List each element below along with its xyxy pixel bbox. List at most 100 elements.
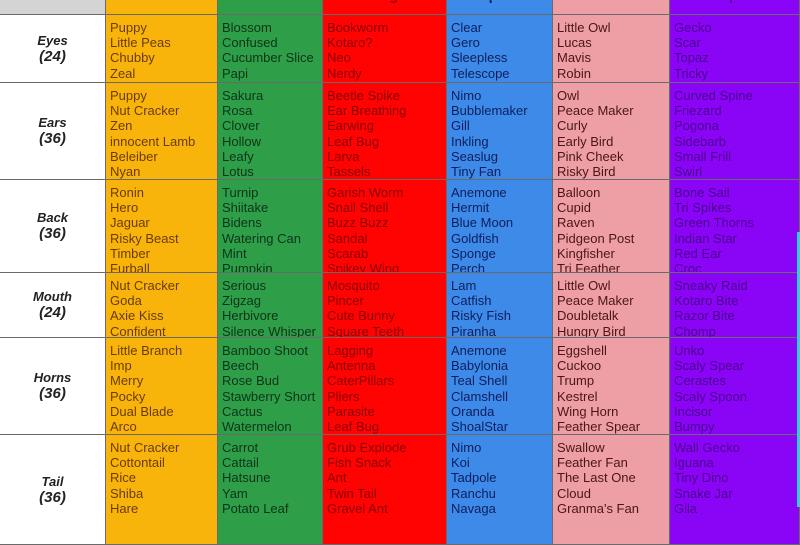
part-count: (36) <box>39 488 66 506</box>
parts-cell-beast: Puppy Nut Cracker Zen innocent Lamb Beleiber… <box>106 83 218 180</box>
part-item: Scar <box>674 35 701 51</box>
part-item: Balloon <box>557 185 601 200</box>
part-item: Feather Fan <box>557 455 628 471</box>
part-item: Indian Star <box>674 230 737 246</box>
part-item: Tiny Dino <box>674 470 729 486</box>
part-item: Sandal <box>327 230 368 246</box>
part-item: Papi <box>222 65 249 81</box>
part-item: Cuckoo <box>557 358 602 374</box>
part-item: Bumpy <box>674 419 715 435</box>
parts-cell-reptile: Unko Scaly Spear Cerastes Scaly Spoon Inciso… <box>670 338 800 435</box>
part-item: Cucumber Slice <box>222 50 314 66</box>
part-item: Hungry Bird <box>557 323 626 338</box>
part-item: Bamboo Shoot <box>222 343 309 358</box>
parts-cell-plant: Sakura Rosa Clover Hollow Leafy Lotus <box>218 83 323 180</box>
part-item: Larva <box>327 148 360 164</box>
part-item: Cerastes <box>674 373 727 389</box>
part-item: Silence Whisper <box>222 323 316 338</box>
part-item: Ant <box>327 470 347 486</box>
part-item: Square Teeth <box>327 323 405 338</box>
part-item: Wing Horn <box>557 403 619 419</box>
part-item: Pink Cheek <box>557 148 624 164</box>
part-item: Scaly Spoon <box>674 388 747 404</box>
part-item: Timber <box>110 245 150 261</box>
column-header-reptile: Reptile <box>670 0 800 15</box>
part-item: Croc <box>674 261 702 273</box>
part-item: Puppy <box>110 88 147 103</box>
part-item: Kotaro? <box>327 35 373 51</box>
part-item: Babylonia <box>451 358 509 374</box>
part-item: Lucas <box>557 35 592 51</box>
part-item: Twin Tail <box>327 485 377 501</box>
part-item: Sakura <box>222 88 264 103</box>
part-item: Merry <box>110 373 144 389</box>
part-item: Sneaky Raid <box>674 278 748 293</box>
part-item: Tadpole <box>451 470 497 486</box>
part-item: Iguana <box>674 455 714 471</box>
part-item: Fish Snack <box>327 455 392 471</box>
part-item: Herbivore <box>222 308 279 324</box>
parts-cell-plant: Serious Zigzag Herbivore Silence Whisper <box>218 273 323 338</box>
parts-cell-plant: Bamboo Shoot Beech Rose Bud Stawberry Short… <box>218 338 323 435</box>
part-item: Snail Shell <box>327 200 389 216</box>
part-item: Pumpkin <box>222 261 273 273</box>
part-item: The Last One <box>557 470 636 486</box>
part-name: Tail <box>41 473 64 489</box>
part-item: Incisor <box>674 403 713 419</box>
row-label-eyes: Eyes (24) <box>0 15 106 83</box>
parts-cell-reptile: Gecko Scar Topaz Tricky <box>670 15 800 83</box>
part-item: Granma's Fan <box>557 500 639 516</box>
part-item: Sponge <box>451 245 496 261</box>
part-name: Horns <box>33 370 72 385</box>
part-item: Teal Shell <box>451 373 508 389</box>
part-item: Nerdy <box>327 65 362 81</box>
part-item: Hatsune <box>222 470 271 486</box>
part-item: Peace Maker <box>557 103 634 119</box>
row-label-mouth: Mouth (24) <box>0 273 106 338</box>
parts-cell-plant: Carrot Cattail Hatsune Yam Potato Leaf <box>218 435 323 545</box>
part-item: Mavis <box>557 50 591 66</box>
column-header-plant: Plant <box>218 0 323 15</box>
part-item: Antenna <box>327 358 376 374</box>
part-item: Nimo <box>451 88 482 103</box>
parts-cell-aquatic: Nimo Koi Tadpole Ranchu Navaga <box>447 435 553 545</box>
part-item: Mosquito <box>327 278 380 293</box>
part-item: innocent Lamb <box>110 133 196 149</box>
part-item: Lotus <box>222 164 254 180</box>
part-item: Feather Spear <box>557 419 641 435</box>
part-item: Potato Leaf <box>222 500 289 516</box>
column-header-aquatic: Aquatic <box>447 0 553 15</box>
part-item: Piranha <box>451 323 496 338</box>
column-header-beast: Beast <box>106 0 218 15</box>
part-item: Zigzag <box>222 293 262 309</box>
part-item: Razor Bite <box>674 308 735 324</box>
part-item: Kestrel <box>557 388 598 404</box>
parts-cell-beast: Ronin Hero Jaguar Risky Beast Timber Furball <box>106 180 218 273</box>
part-item: Zeal <box>110 65 136 81</box>
part-item: Stawberry Short <box>222 388 316 404</box>
part-item: Clamshell <box>451 388 509 404</box>
part-item: Wall Gecko <box>674 440 740 455</box>
part-item: Chubby <box>110 50 155 66</box>
row-label-ears: Ears (36) <box>0 83 106 180</box>
parts-cell-bird: Little Owl Peace Maker Doubletalk Hungry Bi… <box>553 273 670 338</box>
part-item: CaterPillars <box>327 373 395 389</box>
part-item: ShoalStar <box>451 419 509 435</box>
part-item: Little Owl <box>557 20 611 35</box>
axie-parts-table: BeastPlantBugAquaticBirdReptileEyes(24)P… <box>0 0 800 545</box>
part-name: Mouth <box>33 289 72 304</box>
header-corner <box>0 0 106 15</box>
part-item: Risky Fish <box>451 308 511 324</box>
part-item: Robin <box>557 65 591 81</box>
part-item: Eggshell <box>557 343 607 358</box>
parts-cell-bug: Lagging Antenna CaterPillars Pliers Parasite… <box>323 338 447 435</box>
part-item: Sidebarb <box>674 133 727 149</box>
part-item: Tiny Fan <box>451 164 502 180</box>
part-item: Beetle Spike <box>327 88 400 103</box>
parts-cell-reptile: Wall Gecko Iguana Tiny Dino Snake Jar Gila <box>670 435 800 545</box>
part-item: Leafy <box>222 148 254 164</box>
part-item: Mint <box>222 245 247 261</box>
part-item: Carrot <box>222 440 259 455</box>
part-item: Tri Feather <box>557 261 621 273</box>
part-item: Small Frill <box>674 148 732 164</box>
